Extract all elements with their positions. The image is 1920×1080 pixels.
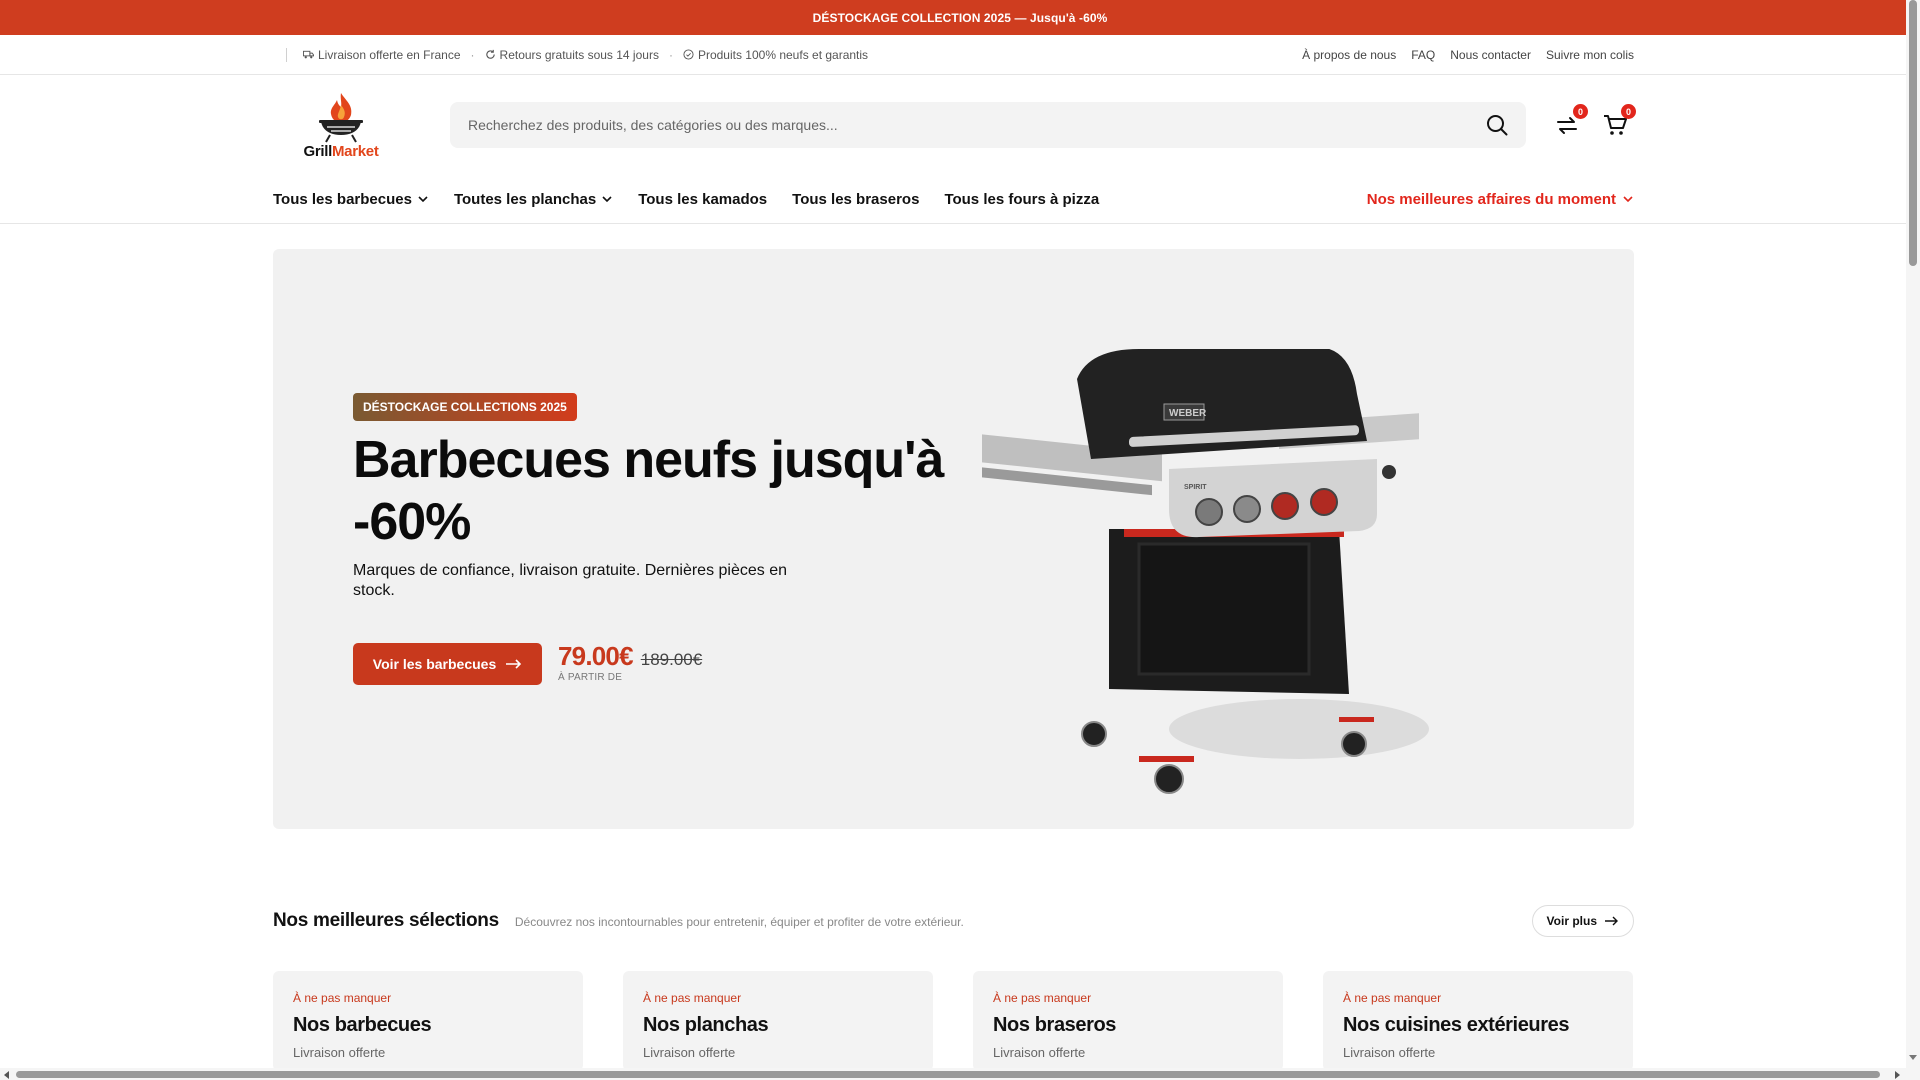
chevron-down-icon	[602, 196, 612, 203]
price-block: 79.00€ 189.00€ À PARTIR DE	[558, 641, 702, 683]
nav-item-braseros[interactable]: Tous les braseros	[792, 191, 919, 208]
warranty-info: Produits 100% neufs et garantis	[683, 48, 868, 62]
category-card[interactable]: À ne pas manquer Nos braseros Livraison …	[973, 971, 1283, 1071]
nav-item-planchas[interactable]: Toutes les planchas	[454, 191, 613, 208]
search-input[interactable]	[468, 117, 1368, 133]
category-card[interactable]: À ne pas manquer Nos planchas Livraison …	[623, 971, 933, 1071]
refresh-icon	[485, 49, 495, 59]
faq-link[interactable]: FAQ	[1411, 48, 1435, 62]
contact-link[interactable]: Nous contacter	[1450, 48, 1531, 62]
section-title: Nos meilleures sélections	[273, 910, 499, 931]
returns-label: Retours gratuits sous 14 jours	[499, 47, 659, 62]
price-new: 79.00€	[558, 641, 634, 671]
logo-grill-text: Grill	[303, 142, 332, 160]
see-more-button[interactable]: Voir plus	[1531, 905, 1634, 937]
nav-label: Toutes les planchas	[453, 190, 597, 208]
track-order-link[interactable]: Suivre mon colis	[1546, 48, 1634, 62]
utility-bar: Livraison offerte en France · Retours gr…	[0, 35, 1920, 75]
nav-label: Tous les barbecues	[273, 190, 412, 208]
nav-label: Tous les braseros	[792, 190, 920, 208]
chevron-down-icon	[418, 196, 428, 203]
returns-info: Retours gratuits sous 14 jours	[485, 48, 659, 62]
logo-market-text: Market	[331, 142, 379, 160]
gas-grill-image: WEBER SPIRIT	[982, 349, 1429, 794]
promo-banner[interactable]: DÉSTOCKAGE COLLECTION 2025 — Jusqu'à -60…	[0, 0, 1920, 35]
nav-item-pizza-ovens[interactable]: Tous les fours à pizza	[944, 191, 1099, 208]
nav-label: Tous les fours à pizza	[944, 190, 1100, 208]
dot-separator: ·	[668, 47, 673, 62]
horizontal-scrollbar[interactable]	[0, 1068, 1906, 1080]
warranty-label: Produits 100% neufs et garantis	[697, 47, 869, 62]
card-title: Nos braseros	[993, 1014, 1117, 1036]
nav-item-barbecues[interactable]: Tous les barbecues	[273, 191, 429, 208]
card-subtitle: Livraison offerte	[1343, 1045, 1436, 1060]
nav-label: Tous les kamados	[638, 190, 768, 208]
logo[interactable]: GrillMarket	[296, 91, 386, 160]
card-subtitle: Livraison offerte	[643, 1045, 736, 1060]
card-title: Nos planchas	[643, 1014, 769, 1036]
card-eyebrow: À ne pas manquer	[293, 991, 392, 1005]
hero-title: Barbecues neufs jusqu'à -60%	[353, 431, 944, 551]
main-nav: Tous les barbecues Toutes les planchas T…	[0, 175, 1920, 224]
category-card[interactable]: À ne pas manquer Nos cuisines extérieure…	[1323, 971, 1633, 1071]
price-label: À PARTIR DE	[558, 672, 623, 683]
see-more-label: Voir plus	[1546, 914, 1597, 928]
card-subtitle: Livraison offerte	[293, 1045, 386, 1060]
scroll-left-arrow-icon[interactable]	[4, 1071, 9, 1079]
shipping-info: Livraison offerte en France	[303, 48, 461, 62]
nav-item-kamados[interactable]: Tous les kamados	[638, 191, 767, 208]
view-barbecues-button[interactable]: Voir les barbecues	[353, 643, 542, 685]
dot-separator: ·	[470, 47, 475, 62]
check-circle-icon	[683, 49, 694, 60]
selection-cards: À ne pas manquer Nos barbecues Livraison…	[273, 971, 1633, 1071]
divider	[286, 47, 287, 62]
promo-text: DÉSTOCKAGE COLLECTION 2025 — Jusqu'à -60…	[812, 10, 1108, 25]
grill-flame-logo-icon	[319, 92, 363, 142]
card-subtitle: Livraison offerte	[993, 1045, 1086, 1060]
cta-label: Voir les barbecues	[372, 656, 497, 672]
hero-banner: DÉSTOCKAGE COLLECTIONS 2025 Barbecues ne…	[273, 249, 1634, 829]
card-eyebrow: À ne pas manquer	[993, 991, 1092, 1005]
compare-count-badge: 0	[1573, 104, 1588, 119]
site-header: GrillMarket 0 0	[0, 75, 1920, 175]
cart-button[interactable]: 0	[1602, 104, 1636, 138]
arrow-right-icon	[1605, 916, 1618, 926]
grill-model-text: SPIRIT	[1184, 484, 1207, 491]
section-subtitle: Découvrez nos incontournables pour entre…	[514, 915, 964, 929]
category-card[interactable]: À ne pas manquer Nos barbecues Livraison…	[273, 971, 583, 1071]
card-title: Nos barbecues	[293, 1014, 432, 1036]
horizontal-scroll-thumb[interactable]	[16, 1071, 1880, 1078]
nav-deals[interactable]: Nos meilleures affaires du moment	[1367, 191, 1634, 208]
shipping-label: Livraison offerte en France	[318, 47, 461, 62]
search-bar[interactable]	[450, 102, 1526, 148]
vertical-scroll-thumb[interactable]	[1909, 0, 1917, 266]
cart-count-badge: 0	[1621, 104, 1636, 119]
selections-header: Nos meilleures sélections Découvrez nos …	[273, 905, 1634, 937]
scroll-down-arrow-icon[interactable]	[1909, 1055, 1917, 1060]
deals-label: Nos meilleures affaires du moment	[1366, 190, 1616, 208]
card-eyebrow: À ne pas manquer	[1343, 991, 1442, 1005]
card-title: Nos cuisines extérieures	[1343, 1014, 1570, 1036]
arrow-right-icon	[506, 659, 522, 669]
scroll-right-arrow-icon[interactable]	[1895, 1071, 1900, 1079]
hero-badge: DÉSTOCKAGE COLLECTIONS 2025	[353, 393, 577, 421]
grill-brand-text: WEBER	[1169, 408, 1207, 419]
truck-icon	[303, 50, 314, 59]
search-icon[interactable]	[1486, 114, 1508, 136]
card-eyebrow: À ne pas manquer	[643, 991, 742, 1005]
price-old: 189.00€	[640, 650, 703, 669]
chevron-down-icon	[1623, 196, 1633, 203]
hero-subtitle: Marques de confiance, livraison gratuite…	[353, 562, 788, 599]
about-link[interactable]: À propos de nous	[1302, 48, 1396, 62]
vertical-scrollbar[interactable]	[1906, 0, 1920, 1080]
compare-button[interactable]: 0	[1554, 104, 1588, 138]
